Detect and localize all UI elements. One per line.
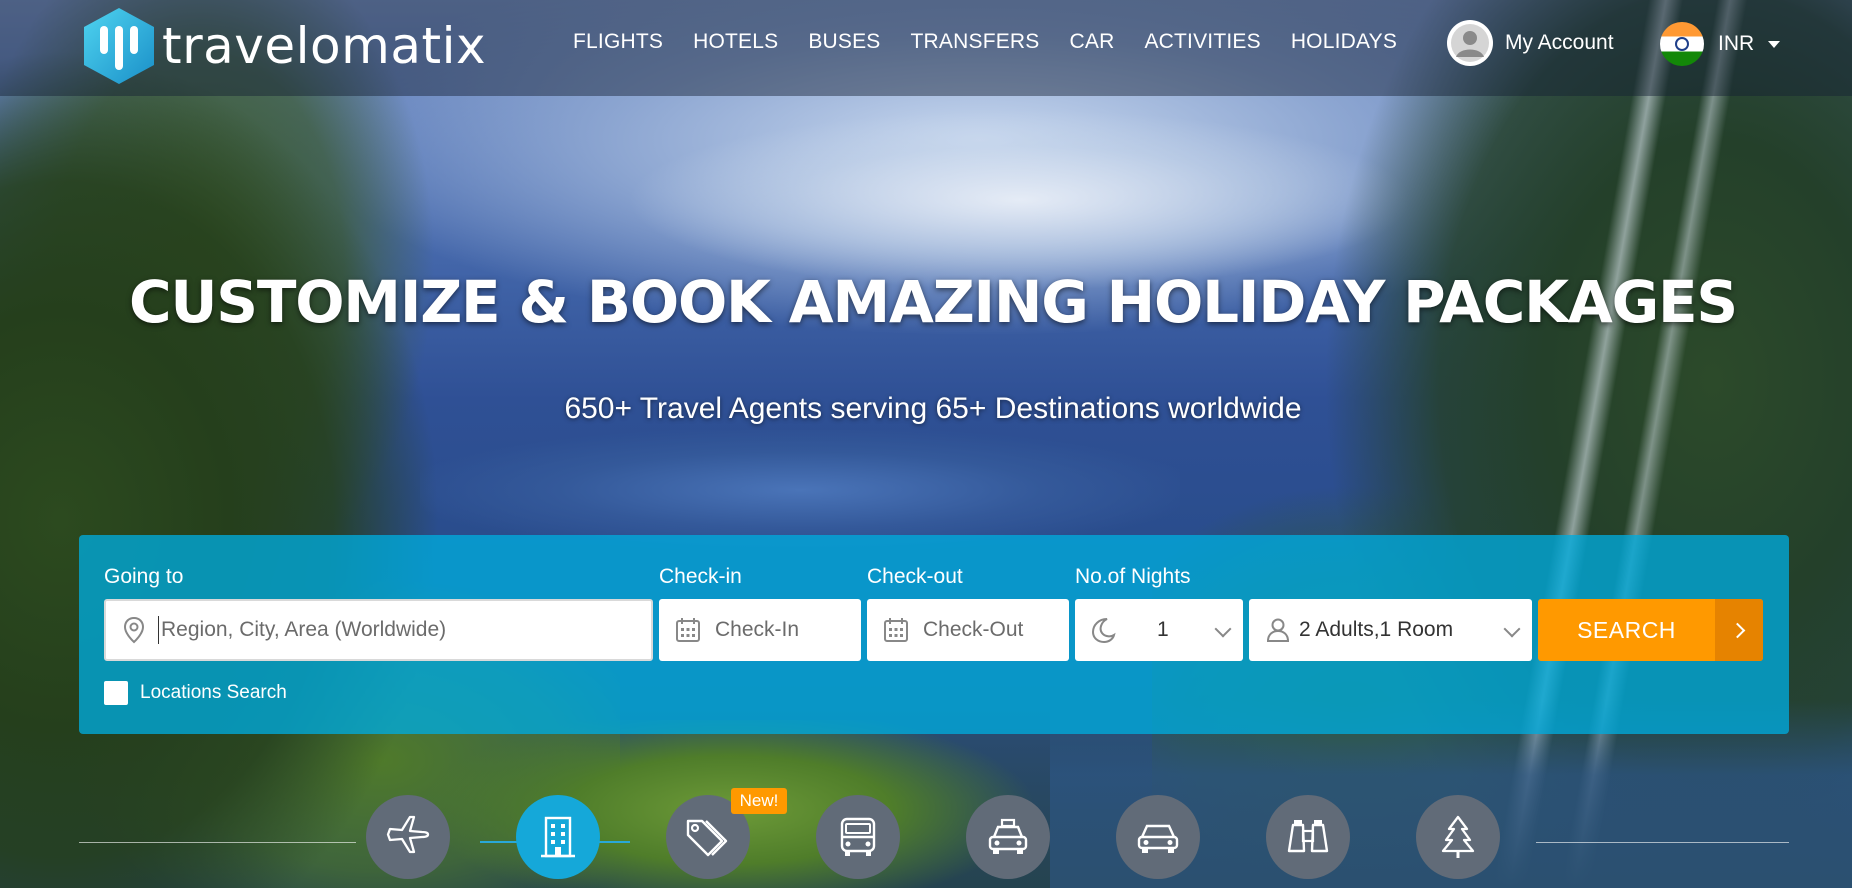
airplane-icon — [385, 814, 431, 860]
divider-line-right — [1536, 842, 1789, 843]
nav-flights[interactable]: FLIGHTS — [573, 30, 663, 54]
nights-select[interactable]: 1 — [1075, 599, 1243, 661]
brand-logo[interactable]: travelomatix — [80, 6, 486, 86]
top-header: travelomatix FLIGHTS HOTELS BUSES TRANSF… — [0, 0, 1852, 96]
car-icon — [1135, 817, 1181, 857]
nav-holidays[interactable]: HOLIDAYS — [1291, 30, 1397, 54]
divider-line-left — [79, 842, 356, 843]
service-tab-buses[interactable] — [816, 795, 900, 879]
binoculars-icon — [1285, 817, 1331, 857]
destination-placeholder: Region, City, Area (Worldwide) — [161, 618, 447, 641]
tree-icon — [1438, 814, 1478, 860]
india-flag-icon — [1660, 22, 1704, 66]
nav-transfers[interactable]: TRANSFERS — [911, 30, 1040, 54]
guests-rooms-value: 2 Adults,1 Room — [1299, 618, 1454, 641]
new-badge: New! — [731, 788, 787, 814]
search-button-label: SEARCH — [1577, 616, 1676, 643]
nights-label: No.of Nights — [1075, 565, 1191, 588]
check-out-input[interactable]: Check-Out — [867, 599, 1069, 661]
calendar-icon — [675, 617, 701, 643]
bus-icon — [836, 815, 880, 859]
service-tab-hotels[interactable] — [516, 795, 600, 879]
taxi-icon — [985, 815, 1031, 859]
person-icon — [1265, 617, 1291, 643]
currency-selector[interactable]: INR — [1660, 22, 1781, 66]
calendar-icon — [883, 617, 909, 643]
nav-hotels[interactable]: HOTELS — [693, 30, 778, 54]
hero-subtitle: 650+ Travel Agents serving 65+ Destinati… — [564, 392, 1302, 425]
check-in-input[interactable]: Check-In — [659, 599, 861, 661]
destination-input[interactable]: Region, City, Area (Worldwide) — [104, 599, 653, 661]
check-in-label: Check-in — [659, 565, 742, 588]
service-tab-activities[interactable] — [1266, 795, 1350, 879]
chevron-down-icon — [1503, 620, 1521, 638]
fjord-water — [420, 430, 1180, 550]
check-out-label: Check-out — [867, 565, 963, 588]
locations-search-checkbox[interactable] — [104, 681, 128, 705]
check-out-placeholder: Check-Out — [923, 618, 1024, 641]
nav-car[interactable]: CAR — [1070, 30, 1115, 54]
service-tab-flights[interactable] — [366, 795, 450, 879]
map-pin-icon — [122, 616, 146, 644]
main-navigation: FLIGHTS HOTELS BUSES TRANSFERS CAR ACTIV… — [573, 30, 1427, 54]
building-icon — [538, 815, 578, 859]
hero-title: CUSTOMIZE & BOOK AMAZING HOLIDAY PACKAGE… — [129, 268, 1738, 336]
check-in-placeholder: Check-In — [715, 618, 800, 641]
currency-code: INR — [1718, 32, 1755, 55]
chevron-right-icon — [1715, 599, 1763, 661]
guests-rooms-select[interactable]: 2 Adults,1 Room — [1249, 599, 1532, 661]
price-tags-icon — [684, 815, 732, 859]
nav-activities[interactable]: ACTIVITIES — [1144, 30, 1260, 54]
locations-search-toggle[interactable]: Locations Search — [104, 681, 287, 705]
service-tab-transfers[interactable] — [966, 795, 1050, 879]
my-account-label: My Account — [1505, 31, 1614, 54]
chevron-down-icon — [1214, 620, 1232, 638]
service-tab-holidays[interactable] — [1416, 795, 1500, 879]
holiday-search-panel: Going to Check-in Check-out No.of Nights… — [79, 535, 1789, 734]
nav-buses[interactable]: BUSES — [808, 30, 880, 54]
travelomatix-logo-icon — [80, 6, 158, 86]
text-cursor — [158, 616, 159, 644]
user-avatar-icon — [1447, 20, 1493, 66]
nights-value: 1 — [1157, 618, 1169, 641]
moon-icon — [1089, 616, 1117, 644]
brand-name: travelomatix — [162, 17, 487, 75]
going-to-label: Going to — [104, 565, 184, 588]
locations-search-label: Locations Search — [140, 682, 287, 703]
search-button[interactable]: SEARCH — [1538, 599, 1763, 661]
service-tab-car[interactable] — [1116, 795, 1200, 879]
my-account-menu[interactable]: My Account — [1447, 20, 1614, 66]
caret-down-icon — [1768, 40, 1781, 48]
